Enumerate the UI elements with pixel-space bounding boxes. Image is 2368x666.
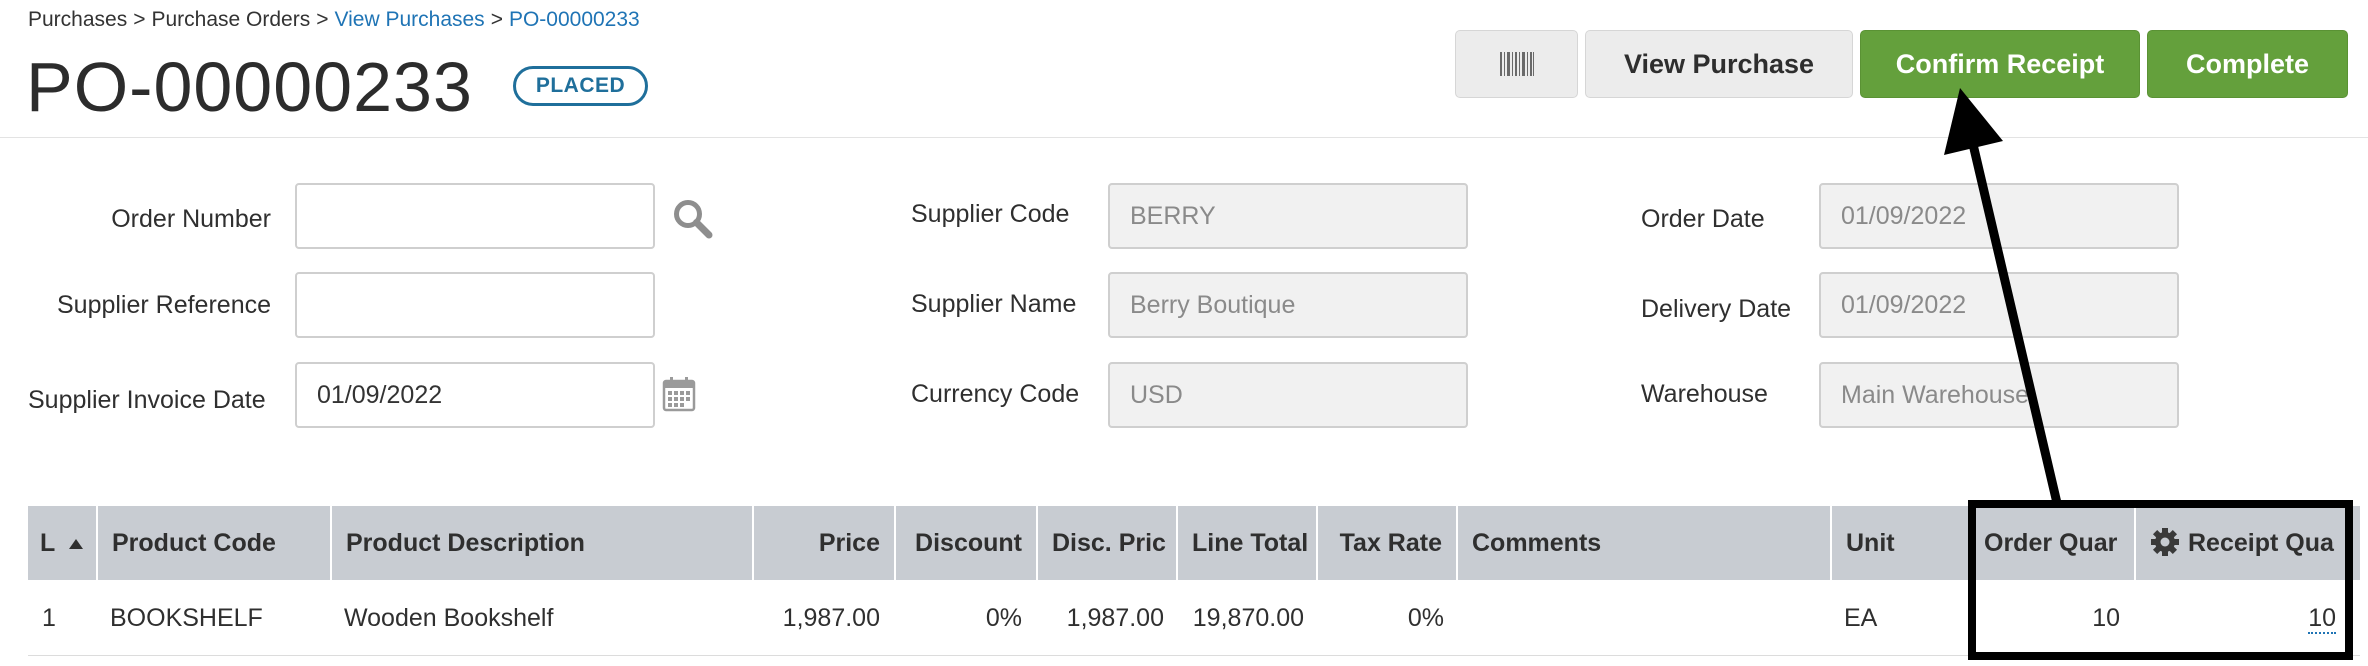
annotation-highlight-box [1968,500,2353,660]
supplier-name-label: Supplier Name [911,290,1077,318]
order-date-label: Order Date [1641,205,1765,233]
column-header-comments[interactable]: Comments [1458,506,1830,580]
breadcrumb: Purchases > Purchase Orders > View Purchases… [28,8,640,32]
supplier-reference-label: Supplier Reference [56,291,271,319]
calendar-icon[interactable] [662,376,696,412]
column-header-disc-price[interactable]: Disc. Pric [1038,506,1176,580]
cell-product-description[interactable]: Wooden Bookshelf [330,598,752,638]
column-header-tax-rate[interactable]: Tax Rate [1318,506,1456,580]
status-badge: PLACED [513,66,648,106]
cell-product-code[interactable]: BOOKSHELF [96,598,330,638]
currency-code-label: Currency Code [911,380,1080,408]
breadcrumb-purchases[interactable]: Purchases [28,8,127,31]
supplier-code-field [1108,183,1468,249]
cell-comments[interactable] [1456,598,1830,638]
column-header-unit[interactable]: Unit [1832,506,1970,580]
page-title: PO-00000233 [26,48,473,126]
supplier-invoice-date-input[interactable] [295,362,655,428]
complete-button[interactable]: Complete [2147,30,2348,98]
supplier-code-label: Supplier Code [911,200,1070,228]
column-header-product-code[interactable]: Product Code [98,506,330,580]
barcode-icon [1497,50,1536,78]
column-header-line-total[interactable]: Line Total [1178,506,1316,580]
breadcrumb-separator: > [316,8,329,31]
cell-price[interactable]: 1,987.00 [752,598,894,638]
breadcrumb-separator: > [490,8,503,31]
breadcrumb-current-po[interactable]: PO-00000233 [509,8,640,31]
cell-discount[interactable]: 0% [894,598,1036,638]
order-number-label: Order Number [111,205,271,233]
cell-line: 1 [42,604,56,632]
search-icon[interactable] [672,198,714,240]
supplier-invoice-date-label: Supplier Invoice Date [28,386,266,414]
delivery-date-label: Delivery Date [1641,295,1792,323]
barcode-button[interactable] [1455,30,1578,98]
currency-code-field [1108,362,1468,428]
column-header-line-label: L [40,529,55,557]
breadcrumb-view-purchases[interactable]: View Purchases [334,8,484,31]
cell-unit: EA [1844,604,1878,632]
supplier-reference-input[interactable] [295,272,655,338]
view-purchase-button[interactable]: View Purchase [1585,30,1853,98]
column-header-line[interactable]: L [28,506,96,580]
cell-line-total: 19,870.00 [1192,604,1304,632]
annotation-arrow-icon [1944,88,2062,505]
supplier-name-field [1108,272,1468,338]
column-header-price[interactable]: Price [754,506,894,580]
cell-disc-price[interactable]: 1,987.00 [1036,598,1178,638]
order-number-input[interactable] [295,183,655,249]
sort-ascending-icon [68,539,83,550]
column-header-discount[interactable]: Discount [896,506,1036,580]
warehouse-label: Warehouse [1641,380,1768,408]
cell-tax-rate[interactable]: 0% [1316,598,1458,638]
breadcrumb-purchase-orders[interactable]: Purchase Orders [151,8,310,31]
breadcrumb-separator: > [133,8,146,31]
column-header-product-description[interactable]: Product Description [332,506,752,580]
